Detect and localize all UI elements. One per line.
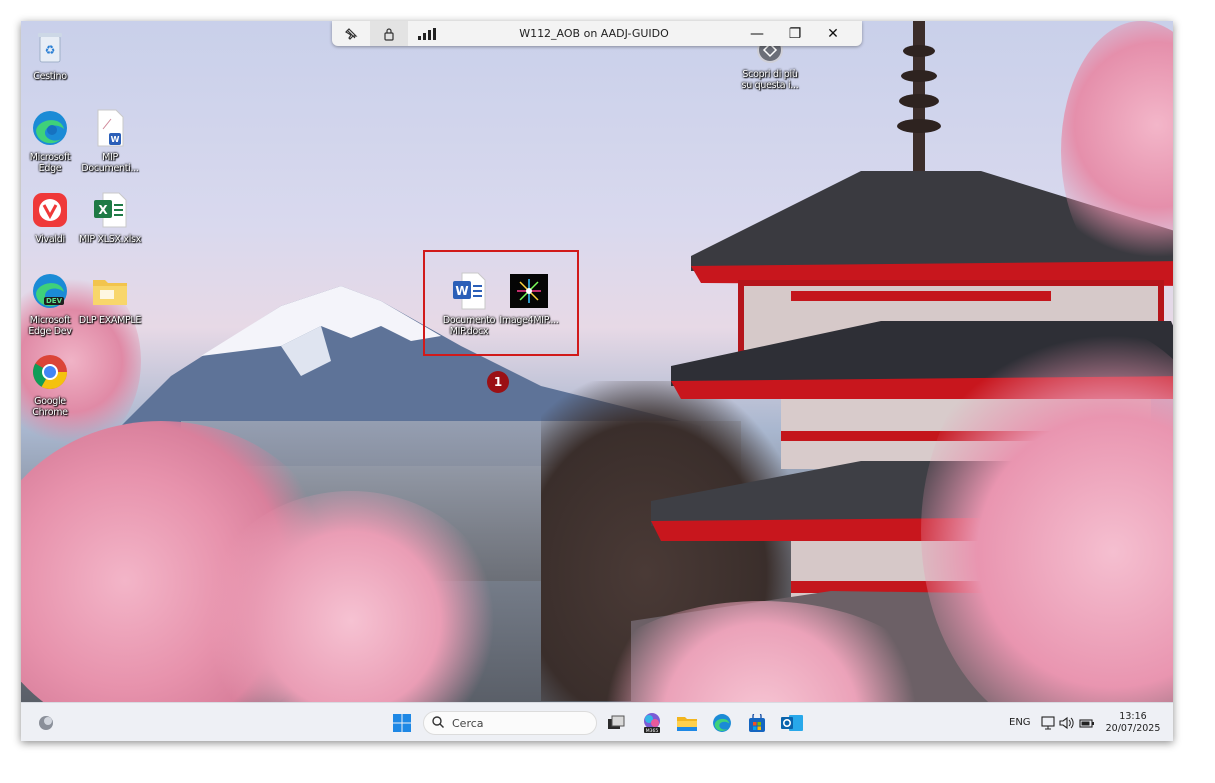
desktop-wallpaper: ♻ Cestino Microsoft Edge W MIP Documenti…	[21, 21, 1173, 702]
connection-title: W112_AOB on AADJ-GUIDO	[519, 27, 669, 40]
desktop-icon-vivaldi[interactable]: Vivaldi	[21, 190, 82, 245]
outlook-icon[interactable]	[780, 712, 804, 734]
file-explorer-icon[interactable]	[675, 712, 699, 734]
system-clock[interactable]: 13:16 20/07/2025	[1103, 711, 1163, 735]
icon-label: Microsoft Edge	[29, 152, 71, 174]
icon-label: MIP Documenti...	[81, 152, 139, 174]
desktop-icon-mip-document[interactable]: W MIP Documenti...	[78, 108, 142, 174]
widgets-icon[interactable]	[35, 712, 57, 734]
start-button[interactable]	[391, 712, 413, 734]
svg-text:♻: ♻	[45, 43, 56, 57]
desktop-icon-edge-dev[interactable]: DEV Microsoft Edge Dev	[21, 271, 82, 337]
desktop-icon-dlp-example[interactable]: DLP EXAMPLE	[78, 271, 142, 326]
vivaldi-icon	[30, 190, 70, 230]
word-doc-icon: W	[90, 108, 130, 148]
edge-taskbar-icon[interactable]	[710, 712, 734, 734]
signal-icon[interactable]	[408, 21, 446, 46]
network-icon[interactable]	[1041, 712, 1055, 734]
icon-label: Google Chrome	[32, 396, 68, 418]
folder-icon	[90, 271, 130, 311]
icon-label: Scopri di più su questa i...	[741, 69, 799, 91]
edge-dev-icon: DEV	[30, 271, 70, 311]
remote-desktop-window: ♻ Cestino Microsoft Edge W MIP Documenti…	[21, 21, 1173, 741]
lock-icon[interactable]	[370, 21, 408, 46]
store-icon[interactable]	[745, 712, 769, 734]
search-placeholder: Cerca	[452, 716, 484, 730]
clock-date: 20/07/2025	[1105, 723, 1161, 734]
m365-icon[interactable]: M365	[640, 712, 664, 734]
close-button[interactable]: ✕	[814, 21, 852, 46]
task-view-icon[interactable]	[605, 712, 627, 734]
step-callout-badge: 1	[487, 371, 509, 393]
minimize-button[interactable]: —	[738, 21, 776, 46]
edge-icon	[30, 108, 70, 148]
volume-icon[interactable]	[1059, 712, 1075, 734]
highlight-box	[423, 250, 579, 356]
desktop-icon-mip-xlsx[interactable]: X MIP XLSX.xlsx	[78, 190, 142, 245]
taskbar: Cerca M365 ENG 13:16 20/07/2025	[21, 702, 1173, 741]
language-indicator[interactable]: ENG	[1009, 703, 1031, 741]
desktop-icon-recycle-bin[interactable]: ♻ Cestino	[21, 27, 82, 82]
dev-badge: DEV	[44, 297, 65, 305]
desktop-icon-microsoft-edge[interactable]: Microsoft Edge	[21, 108, 82, 174]
svg-text:X: X	[98, 203, 108, 217]
icon-label: Vivaldi	[35, 234, 65, 245]
desktop-icon-google-chrome[interactable]: Google Chrome	[21, 352, 82, 418]
battery-icon[interactable]	[1079, 712, 1095, 734]
icon-label: DLP EXAMPLE	[78, 315, 142, 326]
clock-time: 13:16	[1119, 711, 1147, 722]
icon-label: Cestino	[33, 71, 67, 82]
taskbar-search[interactable]: Cerca	[423, 711, 597, 735]
icon-label: MIP XLSX.xlsx	[78, 234, 142, 245]
search-icon	[432, 715, 444, 731]
remote-connection-bar: W112_AOB on AADJ-GUIDO — ❐ ✕	[332, 21, 862, 46]
excel-icon: X	[90, 190, 130, 230]
svg-text:M365: M365	[646, 728, 659, 734]
unpin-icon[interactable]	[332, 21, 370, 46]
chrome-icon	[30, 352, 70, 392]
recycle-bin-icon: ♻	[30, 27, 70, 67]
svg-text:W: W	[111, 135, 120, 144]
icon-label: Microsoft Edge Dev	[28, 315, 72, 337]
restore-button[interactable]: ❐	[776, 21, 814, 46]
